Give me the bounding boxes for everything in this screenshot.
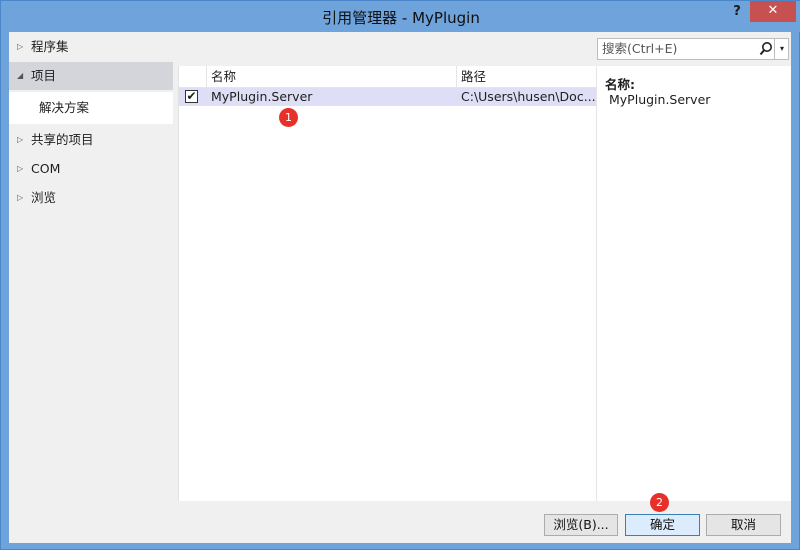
- details-name-label: 名称:: [605, 77, 635, 92]
- dialog-footer: 2 浏览(B)... 确定 取消: [9, 493, 791, 543]
- details-name-value: MyPlugin.Server: [609, 92, 711, 107]
- details-pane: 名称: MyPlugin.Server: [596, 66, 791, 501]
- nav-item-browse[interactable]: ▷ 浏览: [9, 184, 173, 212]
- expand-arrow-icon: ▷: [17, 193, 24, 202]
- nav-item-label: 程序集: [31, 39, 69, 54]
- column-header-name[interactable]: 名称: [211, 66, 236, 88]
- search-icon[interactable]: [759, 41, 773, 57]
- nav-item-shared-projects[interactable]: ▷ 共享的项目: [9, 126, 173, 154]
- dialog-client: ▷ 程序集 ◢ 项目 解决方案 ▷ 共享的项目 ▷ COM ▷ 浏览 搜索(Ct…: [9, 32, 791, 543]
- checkmark-icon: ✔: [186, 89, 197, 103]
- table-row[interactable]: ✔ MyPlugin.Server C:\Users\husen\Doc...: [179, 88, 597, 106]
- expand-arrow-icon: ▷: [17, 164, 24, 173]
- nav-item-label: 共享的项目: [31, 132, 94, 147]
- close-icon: ✕: [767, 3, 779, 18]
- cancel-button[interactable]: 取消: [706, 514, 781, 536]
- help-button[interactable]: ?: [725, 1, 749, 23]
- reference-checkbox[interactable]: ✔: [185, 90, 198, 103]
- step-badge-1: 1: [279, 108, 298, 127]
- expand-arrow-icon: ▷: [17, 42, 24, 51]
- search-box[interactable]: 搜索(Ctrl+E) ▾: [597, 38, 789, 60]
- title-bar: 引用管理器 - MyPlugin ? ✕: [1, 1, 800, 32]
- browse-button[interactable]: 浏览(B)...: [544, 514, 618, 536]
- nav-item-assemblies[interactable]: ▷ 程序集: [9, 33, 173, 61]
- reference-path: C:\Users\husen\Doc...: [461, 89, 595, 104]
- list-header: 名称 路径: [179, 66, 597, 88]
- nav-item-solution[interactable]: 解决方案: [9, 92, 173, 124]
- nav-item-com[interactable]: ▷ COM: [9, 155, 173, 183]
- nav-item-label: 浏览: [31, 190, 57, 205]
- search-options-dropdown[interactable]: ▾: [774, 39, 789, 59]
- column-divider: [206, 66, 207, 88]
- ok-button[interactable]: 确定: [625, 514, 700, 536]
- collapse-arrow-icon: ◢: [17, 71, 24, 80]
- reference-name: MyPlugin.Server: [211, 89, 313, 104]
- column-header-path[interactable]: 路径: [461, 66, 486, 88]
- close-button[interactable]: ✕: [750, 1, 796, 22]
- search-input[interactable]: 搜索(Ctrl+E): [602, 39, 677, 59]
- nav-item-label: COM: [31, 161, 61, 176]
- category-nav: ▷ 程序集 ◢ 项目 解决方案 ▷ 共享的项目 ▷ COM ▷ 浏览: [9, 32, 181, 507]
- nav-item-label: 项目: [31, 68, 57, 83]
- nav-item-projects[interactable]: ◢ 项目: [9, 62, 173, 90]
- column-divider[interactable]: [456, 66, 457, 88]
- window-title: 引用管理器 - MyPlugin: [322, 9, 480, 27]
- reference-list: 名称 路径 ✔ MyPlugin.Server C:\Users\husen\D…: [178, 66, 597, 501]
- chevron-down-icon: ▾: [779, 44, 784, 53]
- reference-manager-window: 引用管理器 - MyPlugin ? ✕ ▷ 程序集 ◢ 项目 解决方案 ▷ 共…: [0, 0, 800, 550]
- expand-arrow-icon: ▷: [17, 135, 24, 144]
- step-badge-2: 2: [650, 493, 669, 512]
